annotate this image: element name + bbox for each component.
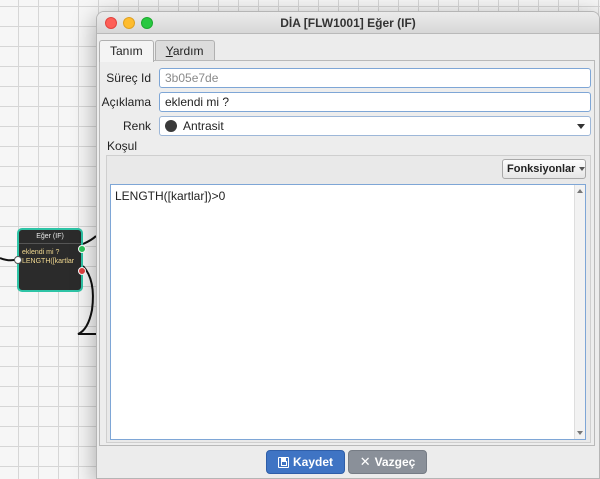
true-output-port[interactable] <box>78 245 86 253</box>
if-dialog-window: DİA [FLW1001] Eğer (IF) Tanım Yardım Sür… <box>96 11 600 479</box>
input-port[interactable] <box>14 256 22 264</box>
functions-button-label: Fonksiyonlar <box>507 163 576 175</box>
false-output-port[interactable] <box>78 267 86 275</box>
node-body: eklendi mi ? LENGTH([kartlar <box>19 244 81 266</box>
color-row: Renk <box>100 115 155 137</box>
condition-code-text: LENGTH([kartlar])>0 <box>115 189 226 203</box>
functions-dropdown-button[interactable]: Fonksiyonlar <box>502 159 586 179</box>
description-field[interactable]: eklendi mi ? <box>159 92 591 112</box>
condition-code-editor[interactable]: LENGTH([kartlar])>0 <box>110 184 586 440</box>
scroll-up-icon[interactable] <box>577 189 583 193</box>
editor-scrollbar[interactable] <box>574 185 585 439</box>
scroll-down-icon[interactable] <box>577 431 583 435</box>
description-row: Açıklama <box>100 91 155 113</box>
tab-help-rest: ardım <box>172 44 204 58</box>
description-label: Açıklama <box>101 95 151 109</box>
color-label: Renk <box>122 119 151 133</box>
window-title: DİA [FLW1001] Eğer (IF) <box>280 16 416 30</box>
if-flow-node[interactable]: Eğer (IF) eklendi mi ? LENGTH([kartlar <box>14 228 86 292</box>
save-button-label: Kaydet <box>292 455 333 469</box>
node-title: Eğer (IF) <box>19 230 81 244</box>
color-select[interactable]: Antrasit <box>159 116 591 136</box>
color-swatch-icon <box>165 120 177 132</box>
process-id-row: Süreç Id <box>100 67 155 89</box>
chevron-down-icon <box>577 124 585 129</box>
tab-help[interactable]: Yardım <box>154 40 215 61</box>
tab-definition[interactable]: Tanım <box>99 40 154 62</box>
title-bar: DİA [FLW1001] Eğer (IF) <box>97 12 599 34</box>
node-condition: LENGTH([kartlar <box>22 258 75 265</box>
close-icon: ✕ <box>359 454 371 469</box>
node-description: eklendi mi ? <box>22 249 60 256</box>
floppy-disk-icon <box>277 456 289 468</box>
condition-label: Koşul <box>107 139 138 153</box>
tab-bar: Tanım Yardım <box>99 40 216 62</box>
save-button[interactable]: Kaydet <box>266 450 345 474</box>
cancel-button[interactable]: ✕ Vazgeç <box>348 450 427 474</box>
dropdown-arrow-icon <box>579 167 586 171</box>
process-id-field[interactable]: 3b05e7de <box>159 68 591 88</box>
connection-line-true <box>82 235 97 245</box>
tab-help-mnemonic: Y <box>165 44 173 58</box>
process-id-label: Süreç Id <box>106 71 151 85</box>
cancel-button-label: Vazgeç <box>374 455 416 469</box>
definition-panel: Süreç Id 3b05e7de Açıklama eklendi mi ? … <box>99 60 595 446</box>
condition-editor-box: Fonksiyonlar LENGTH([kartlar])>0 <box>106 155 591 443</box>
color-select-value: Antrasit <box>183 119 224 133</box>
